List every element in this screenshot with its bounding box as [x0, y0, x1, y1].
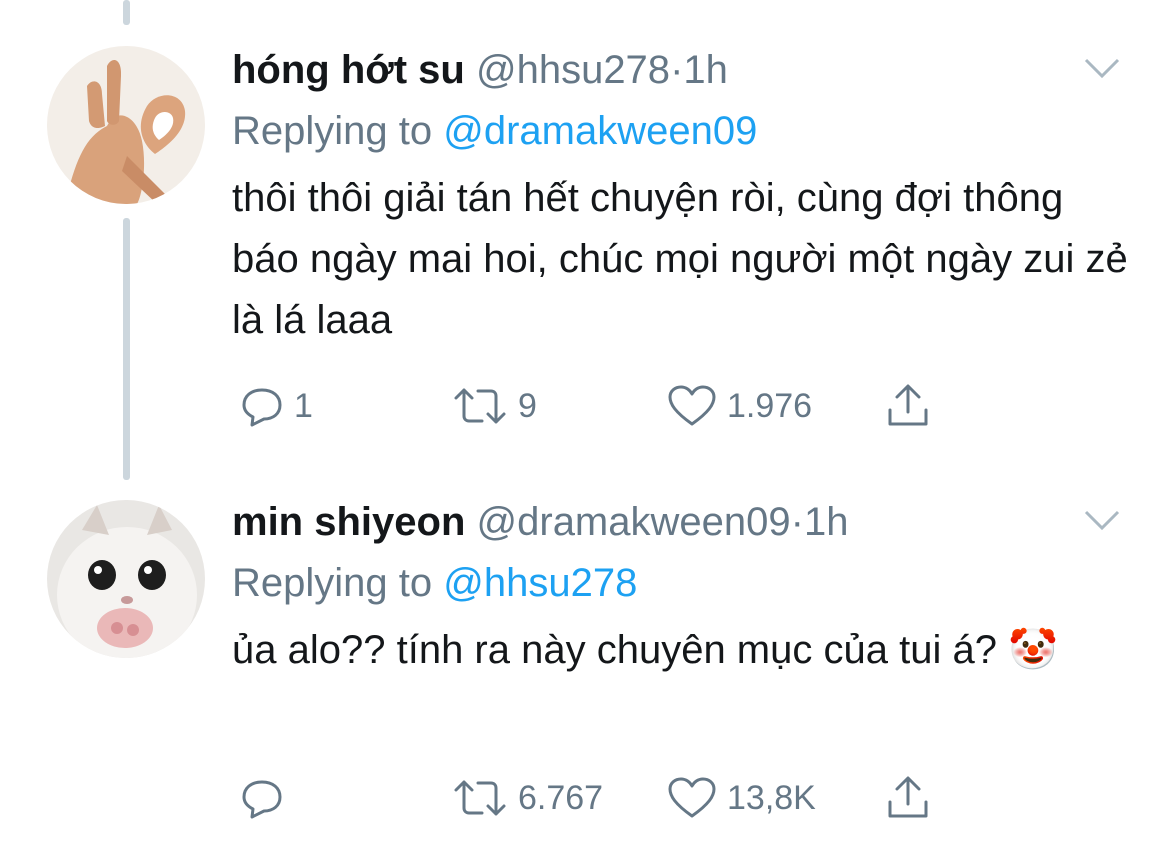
avatar[interactable]	[47, 500, 205, 658]
timestamp[interactable]: 1h	[804, 500, 849, 544]
chevron-down-icon[interactable]	[1082, 508, 1122, 532]
retweet-icon	[452, 384, 508, 428]
reply-icon	[240, 776, 284, 820]
thread-line-middle	[123, 218, 130, 480]
retweet-icon	[452, 776, 508, 820]
replying-to: Replying to @dramakween09	[232, 106, 1132, 156]
avatar[interactable]	[47, 46, 205, 204]
retweet-count: 6.767	[518, 778, 604, 817]
tweet-header: hóng hớt su @hhsu278·1h	[232, 46, 1132, 94]
share-button[interactable]	[884, 376, 932, 436]
mention-link[interactable]: @dramakween09	[443, 109, 757, 153]
tweet-header: min shiyeon @dramakween09·1h	[232, 498, 1132, 546]
like-count: 13,8K	[727, 778, 816, 817]
tweet-text: ủa alo?? tính ra này chuyên mục của tui …	[232, 628, 997, 672]
mention-link[interactable]: @hhsu278	[443, 561, 637, 605]
retweet-button[interactable]: 9	[452, 376, 537, 436]
replying-prefix: Replying to	[232, 109, 433, 153]
replying-prefix: Replying to	[232, 561, 433, 605]
retweet-button[interactable]: 6.767	[452, 768, 603, 828]
reply-button[interactable]: 1	[240, 376, 313, 436]
user-handle[interactable]: @dramakween09	[477, 500, 791, 544]
clown-emoji: 🤡	[1008, 628, 1058, 672]
reply-icon	[240, 384, 284, 428]
tweet-1[interactable]: hóng hớt su @hhsu278·1h Replying to @dra…	[232, 46, 1132, 351]
thread-line-top	[123, 0, 130, 25]
chevron-down-icon[interactable]	[1082, 56, 1122, 80]
like-count: 1.976	[727, 386, 813, 425]
reply-count: 1	[294, 386, 313, 425]
like-icon	[667, 776, 717, 820]
user-handle[interactable]: @hhsu278	[476, 48, 670, 92]
share-icon	[884, 382, 932, 430]
share-icon	[884, 774, 932, 822]
tweet-text-container: ủa alo?? tính ra này chuyên mục của tui …	[232, 620, 1132, 681]
timestamp[interactable]: 1h	[683, 48, 728, 92]
display-name[interactable]: min shiyeon	[232, 500, 465, 544]
tweet-text: thôi thôi giải tán hết chuyện ròi, cùng …	[232, 176, 1128, 342]
like-icon	[667, 384, 717, 428]
like-button[interactable]: 1.976	[667, 376, 812, 436]
reply-button[interactable]	[240, 768, 294, 828]
replying-to: Replying to @hhsu278	[232, 558, 1132, 608]
tweet-2[interactable]: min shiyeon @dramakween09·1h Replying to…	[232, 498, 1132, 681]
like-button[interactable]: 13,8K	[667, 768, 816, 828]
share-button[interactable]	[884, 768, 932, 828]
display-name[interactable]: hóng hớt su	[232, 48, 465, 92]
retweet-count: 9	[518, 386, 537, 425]
separator-dot: ·	[670, 48, 684, 92]
separator-dot: ·	[790, 500, 804, 544]
